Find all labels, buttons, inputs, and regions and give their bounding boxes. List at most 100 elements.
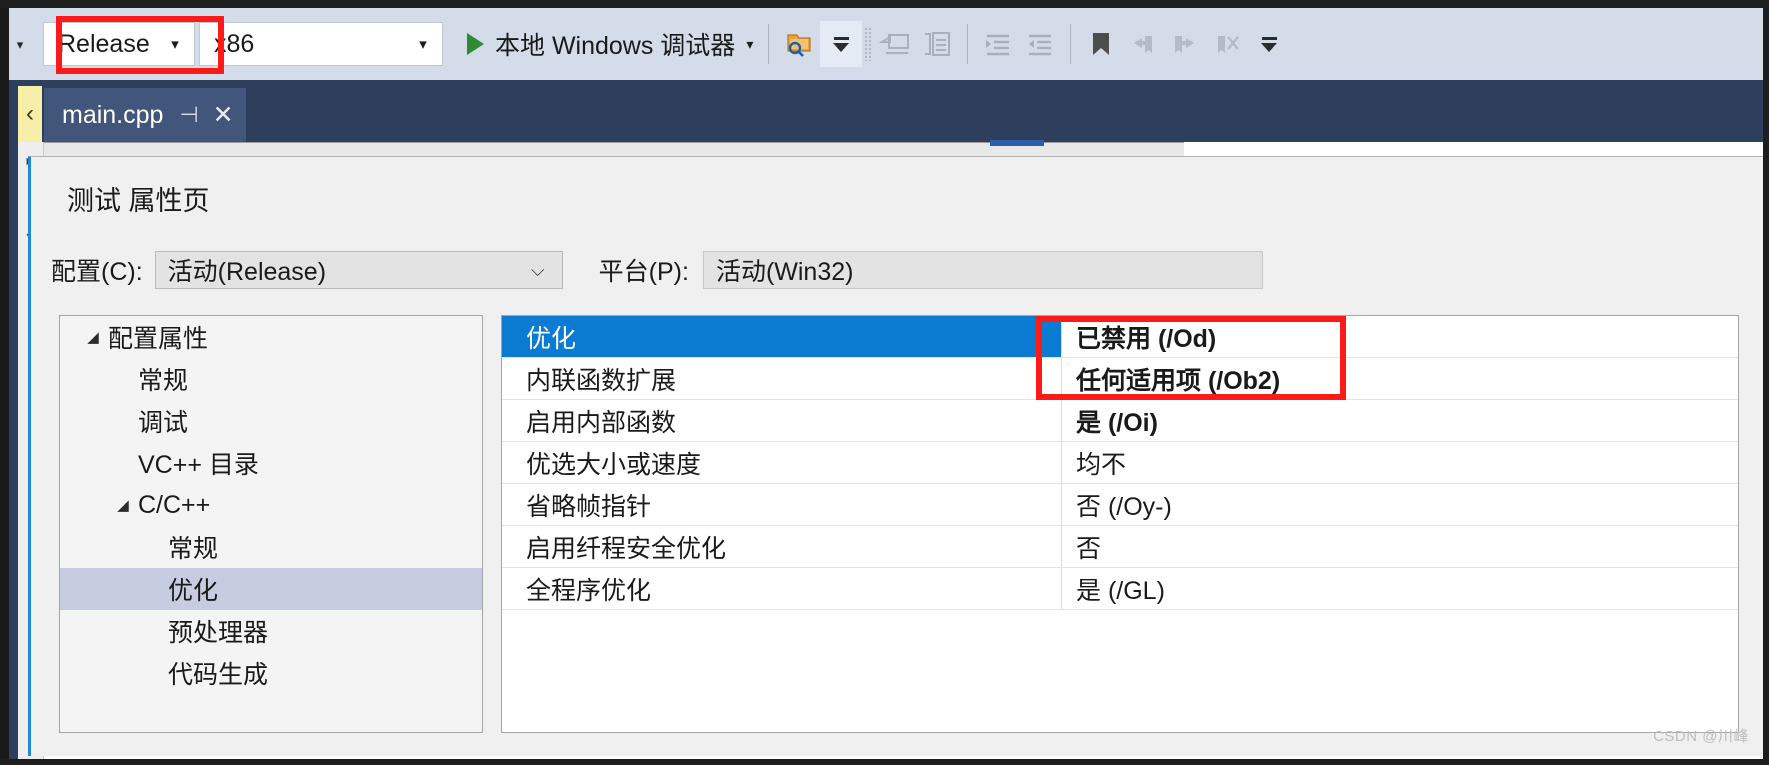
configuration-value: 活动(Release) (167, 258, 327, 286)
property-grid[interactable]: 优化 已禁用 (/Od) 内联函数扩展 任何适用项 (/Ob2) 启用内部函数是 (/O… (501, 315, 1739, 733)
tree-item-label: 优化 (168, 577, 219, 605)
property-name: 省略帧指针 (502, 484, 1062, 525)
property-row[interactable]: 启用内部函数是 (/Oi) (502, 400, 1738, 442)
tree-item-label: 常规 (138, 367, 189, 395)
uncomment-block-icon[interactable] (916, 21, 958, 67)
tree-item[interactable]: 常规 (60, 358, 482, 400)
property-row[interactable]: 全程序优化是 (/GL) (502, 568, 1738, 610)
property-row[interactable]: 优选大小或速度 均不 (502, 442, 1738, 484)
property-value[interactable]: 是 (/Oi) (1062, 400, 1738, 441)
toolbar-separator (967, 24, 969, 64)
close-icon[interactable]: ✕ (213, 100, 234, 130)
toolbar-grip[interactable]: ▾ (13, 21, 27, 67)
configuration-combo[interactable]: 活动(Release) ⌵ (154, 251, 563, 289)
toolbar-separator (768, 24, 770, 64)
tree-item[interactable]: 常规 (60, 526, 482, 568)
toggle-bookmark-icon[interactable] (1080, 21, 1122, 67)
tab-main-cpp[interactable]: main.cpp ⊣ ✕ (44, 88, 246, 142)
editor-accent-marker (990, 140, 1044, 146)
tree-item[interactable]: 优化 (60, 568, 482, 610)
property-name: 优选大小或速度 (502, 442, 1062, 483)
property-name: 启用纤程安全优化 (502, 526, 1062, 567)
chevron-down-icon (833, 42, 850, 52)
start-debugging-button[interactable]: 本地 Windows 调试器 ▾ (457, 21, 759, 67)
tree-item[interactable]: ◢ C/C++ (60, 484, 482, 526)
increase-indent-icon[interactable] (977, 21, 1019, 67)
solution-configuration-combo[interactable]: Release ▾ (43, 22, 195, 66)
screenshot-root: ▾ Release ▾ x86 ▾ 本地 Windows 调试器 ▾ ‹ mai… (0, 0, 1769, 765)
tree-item-label: 代码生成 (168, 661, 269, 689)
window-left-black-edge (0, 0, 9, 765)
property-value[interactable]: 已禁用 (/Od) (1062, 316, 1738, 357)
tree-item[interactable]: 调试 (60, 400, 482, 442)
chevron-left-icon: ‹ (26, 100, 34, 127)
solution-platform-combo[interactable]: x86 ▾ (199, 22, 443, 66)
document-tab-strip (18, 80, 1763, 142)
property-value[interactable]: 否 (1062, 526, 1738, 567)
tree-item-label: 预处理器 (168, 619, 269, 647)
property-name: 启用内部函数 (502, 400, 1062, 441)
tree-item-label: C/C++ (138, 490, 211, 519)
platform-combo[interactable]: 活动(Win32) (702, 251, 1263, 289)
standard-toolbar: ▾ Release ▾ x86 ▾ 本地 Windows 调试器 ▾ (9, 8, 1769, 80)
watermark: CSDN @川峰 (1653, 728, 1749, 745)
platform-value: 活动(Win32) (715, 258, 854, 286)
comment-block-icon[interactable] (874, 21, 916, 67)
chevron-down-icon: ▾ (419, 36, 427, 53)
tree-item[interactable]: VC++ 目录 (60, 442, 482, 484)
property-row[interactable]: 内联函数扩展 任何适用项 (/Ob2) (502, 358, 1738, 400)
overflow-bar (833, 36, 849, 40)
tree-item-label: 配置属性 (108, 325, 209, 353)
property-row[interactable]: 省略帧指针否 (/Oy-) (502, 484, 1738, 526)
expander-triangle-icon[interactable]: ◢ (108, 496, 138, 514)
property-pages-dialog: 测试 属性页 配置(C): 活动(Release) ⌵ 平台(P): 活动(Wi… (28, 156, 1763, 756)
tree-item-label: 调试 (138, 409, 189, 437)
property-row[interactable]: 启用纤程安全优化否 (502, 526, 1738, 568)
dialog-title: 测试 属性页 (67, 186, 210, 216)
tree-item-label: 常规 (168, 535, 219, 563)
chevron-down-icon: ▾ (746, 35, 754, 52)
tree-item-label: VC++ 目录 (138, 451, 259, 479)
decrease-indent-icon[interactable] (1019, 21, 1061, 67)
toolbar-options-icon[interactable] (1248, 21, 1290, 67)
property-value[interactable]: 否 (/Oy-) (1062, 484, 1738, 525)
find-in-folder-icon[interactable] (778, 21, 820, 67)
platform-label: 平台(P): (598, 258, 689, 286)
property-value[interactable]: 均不 (1062, 442, 1738, 483)
tree-item[interactable]: ◢ 配置属性 (60, 316, 482, 358)
tab-label: main.cpp (62, 100, 164, 129)
clear-bookmarks-icon[interactable] (1206, 21, 1248, 67)
toolbar-dotted-separator (864, 27, 873, 61)
tab-scroll-left-button[interactable]: ‹ (18, 86, 42, 142)
property-name: 内联函数扩展 (502, 358, 1062, 399)
toolbar-overflow-icon[interactable] (820, 21, 863, 67)
tree-item[interactable]: 预处理器 (60, 610, 482, 652)
property-name: 优化 (502, 316, 1062, 357)
property-tree-panel[interactable]: ◢ 配置属性 常规 调试 VC++ 目录 ◢ C/C++ 常规 优化 预处理器 代码生… (59, 315, 483, 733)
next-bookmark-icon[interactable] (1164, 21, 1206, 67)
property-row[interactable]: 优化 已禁用 (/Od) (502, 316, 1738, 358)
window-top-edge (0, 0, 1769, 8)
overflow-bar (1261, 36, 1277, 40)
toolbar-separator (1070, 24, 1072, 64)
expander-triangle-icon[interactable]: ◢ (78, 328, 108, 346)
chevron-down-icon: ⌵ (530, 259, 545, 280)
configuration-row: 配置(C): 活动(Release) ⌵ 平台(P): 活动(Win32) (51, 251, 1263, 289)
tree-item[interactable]: 代码生成 (60, 652, 482, 694)
window-right-edge (1763, 0, 1769, 765)
solution-platform-value: x86 (214, 29, 255, 58)
pin-icon[interactable]: ⊣ (179, 102, 198, 128)
configuration-label: 配置(C): (51, 258, 143, 286)
property-value[interactable]: 是 (/GL) (1062, 568, 1738, 609)
chevron-down-icon: ▾ (171, 36, 179, 53)
chevron-down-icon (1261, 42, 1278, 52)
previous-bookmark-icon[interactable] (1122, 21, 1164, 67)
property-value[interactable]: 任何适用项 (/Ob2) (1062, 358, 1738, 399)
